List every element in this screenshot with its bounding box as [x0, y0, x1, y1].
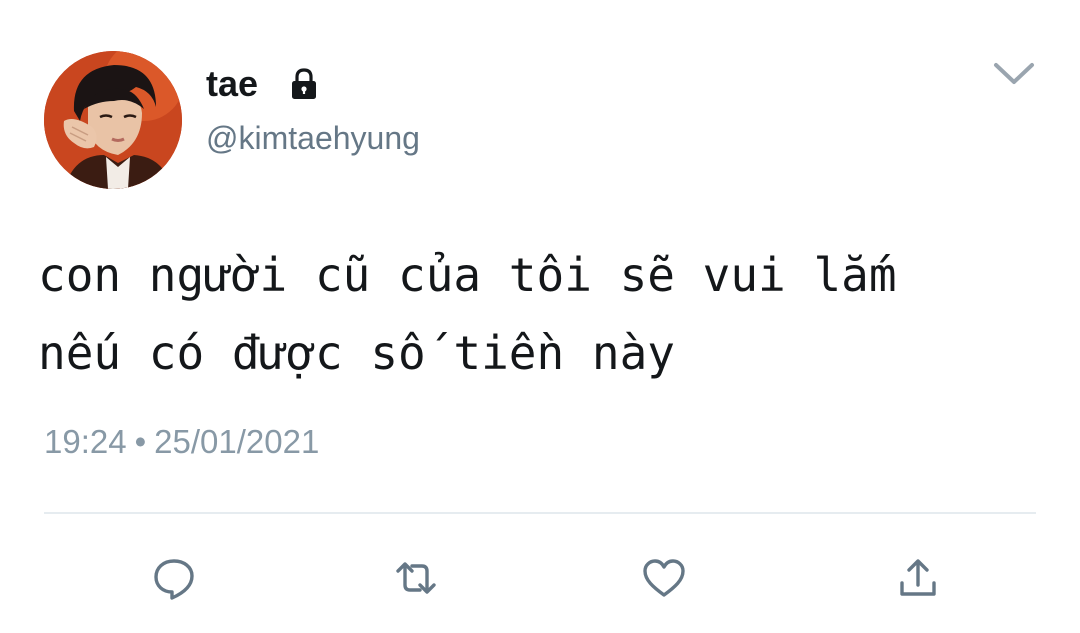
profile-photo — [44, 51, 182, 189]
tweet-date: 25/01/2021 — [154, 423, 320, 460]
chevron-down-icon[interactable] — [990, 58, 1038, 88]
share-icon — [900, 559, 936, 596]
tweet-timestamp[interactable]: 19:24 • 25/01/2021 — [44, 418, 319, 466]
separator-dot: • — [134, 423, 147, 460]
avatar[interactable] — [44, 51, 182, 189]
tweet-text: con người cũ của tôi sẽ vui lắm nếu có đ… — [38, 248, 897, 380]
reply-button[interactable] — [146, 550, 202, 606]
heart-icon — [643, 559, 685, 597]
share-button[interactable] — [890, 550, 946, 606]
divider — [44, 512, 1036, 514]
display-name[interactable]: tae — [206, 60, 258, 108]
lock-icon — [292, 68, 316, 99]
like-button[interactable] — [636, 550, 692, 606]
retweet-icon — [396, 562, 436, 594]
handle[interactable]: @kimtaehyung — [206, 116, 420, 160]
comment-icon — [154, 559, 194, 600]
retweet-button[interactable] — [388, 550, 444, 606]
tweet-time: 19:24 — [44, 423, 127, 460]
